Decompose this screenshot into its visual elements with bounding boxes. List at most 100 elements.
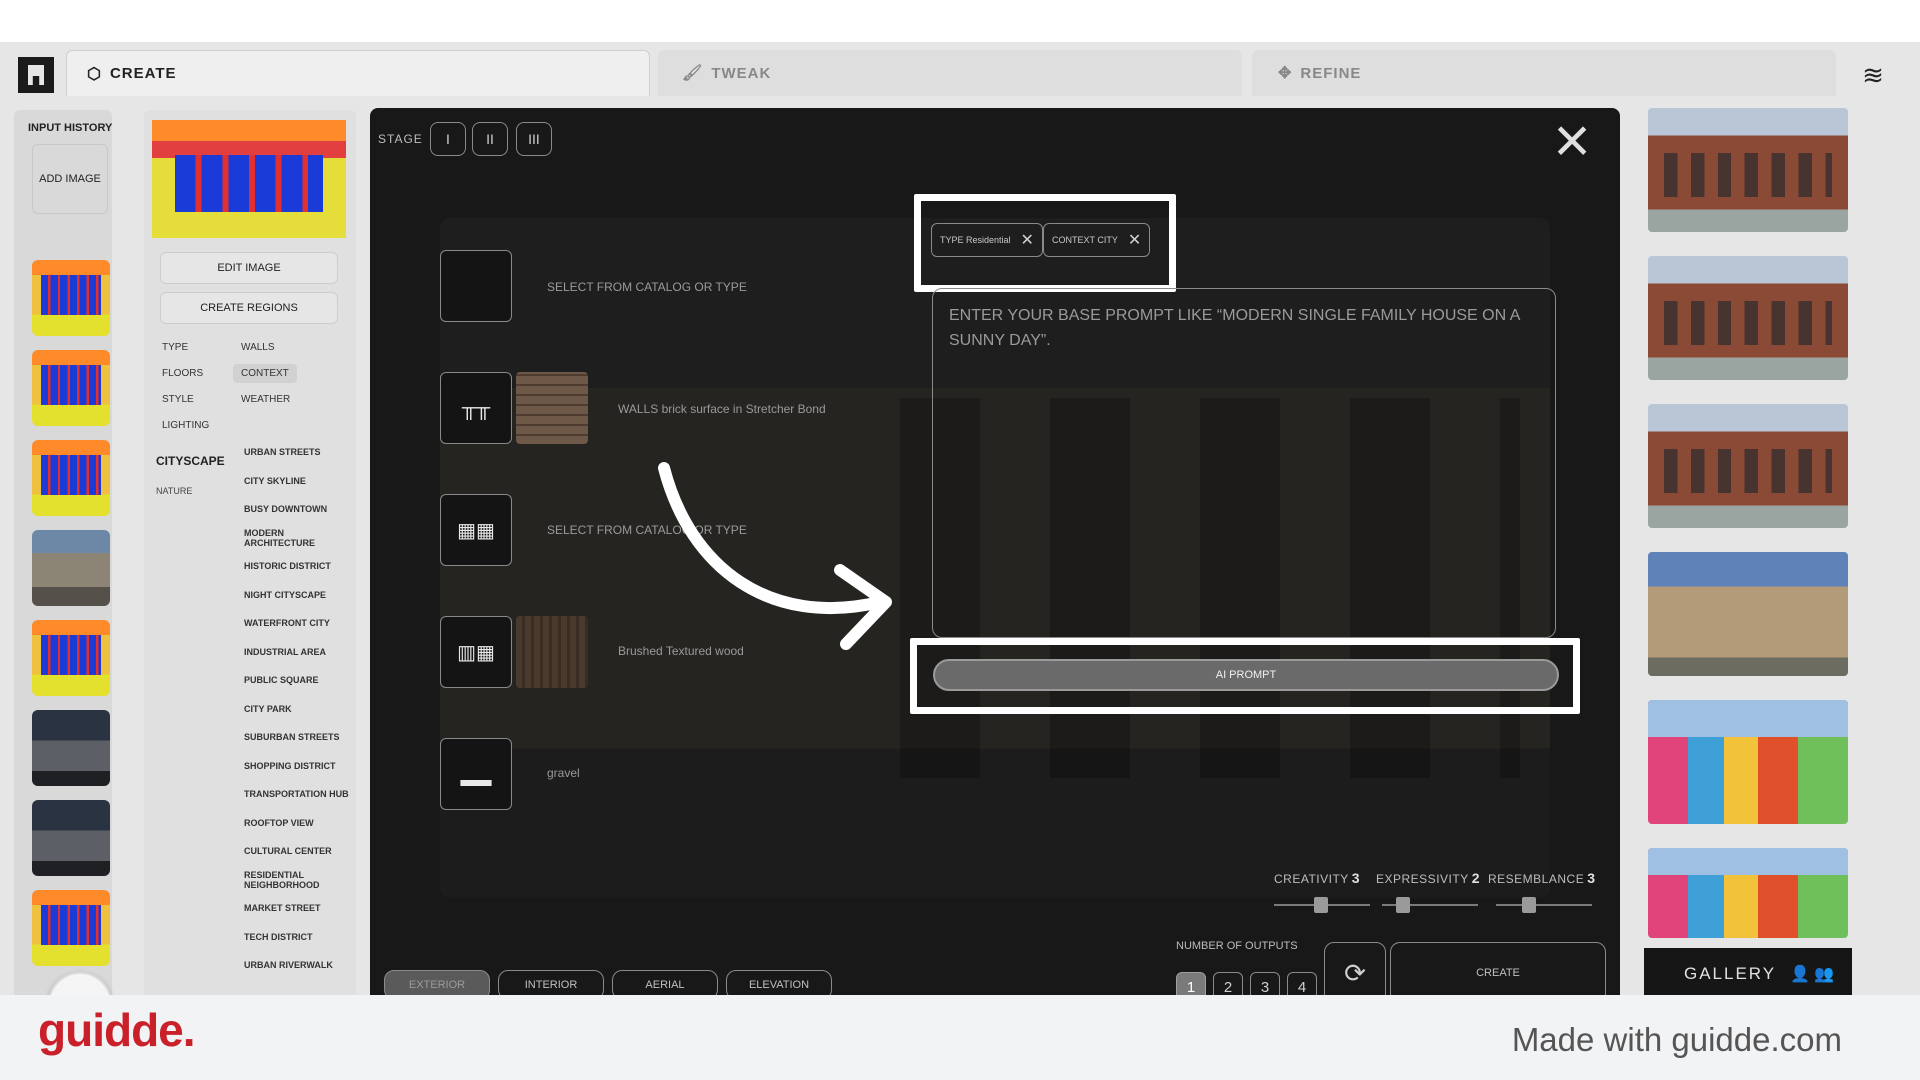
crosshair-icon: ✥: [1278, 65, 1293, 82]
create-button[interactable]: CREATE: [1390, 942, 1606, 995]
category-type[interactable]: TYPE: [162, 342, 188, 353]
gallery-thumb[interactable]: [1648, 256, 1848, 380]
context-item[interactable]: MARKET STREET: [244, 903, 356, 913]
settings-panel: EDIT IMAGE CREATE REGIONS TYPE WALLS FLO…: [144, 110, 356, 995]
wood-texture-swatch[interactable]: [516, 616, 588, 688]
category-walls[interactable]: WALLS: [241, 342, 275, 353]
material-label[interactable]: WALLS brick surface in Stretcher Bond: [618, 402, 826, 416]
context-item[interactable]: CULTURAL CENTER: [244, 846, 356, 856]
history-thumb[interactable]: [32, 620, 110, 696]
context-item[interactable]: WATERFRONT CITY: [244, 618, 356, 628]
tab-tweak-label: TWEAK: [711, 64, 772, 82]
doors-material-icon[interactable]: ▥▦: [440, 616, 512, 688]
chip-type[interactable]: TYPE Residential ✕: [931, 223, 1043, 257]
output-count-1[interactable]: 1: [1176, 972, 1206, 995]
gallery-button[interactable]: GALLERY 👤👥: [1644, 948, 1852, 995]
context-item[interactable]: CITY SKYLINE: [244, 476, 356, 486]
context-item[interactable]: TRANSPORTATION HUB: [244, 789, 356, 799]
base-prompt-input[interactable]: ENTER YOUR BASE PROMPT LIKE “MODERN SING…: [932, 288, 1556, 638]
resemblance-slider[interactable]: [1496, 897, 1592, 913]
chip-context[interactable]: CONTEXT CITY ✕: [1043, 223, 1151, 257]
edit-image-button[interactable]: EDIT IMAGE: [160, 252, 338, 284]
creativity-label-text: CREATIVITY: [1274, 872, 1349, 886]
brick-texture-swatch[interactable]: [516, 372, 588, 444]
context-item[interactable]: SUBURBAN STREETS: [244, 732, 356, 742]
gallery-thumb[interactable]: [1648, 848, 1848, 938]
cube-icon: ⬡: [87, 65, 102, 83]
stage-1-button[interactable]: I: [430, 122, 466, 156]
output-count-3[interactable]: 3: [1250, 972, 1280, 995]
gallery-label: GALLERY: [1684, 964, 1777, 983]
create-regions-button[interactable]: CREATE REGIONS: [160, 292, 338, 324]
close-icon[interactable]: ×: [1548, 108, 1596, 172]
material-label[interactable]: SELECT FROM CATALOG OR TYPE: [547, 280, 747, 294]
group-nature[interactable]: NATURE: [156, 486, 192, 496]
tab-create[interactable]: ⬡ CREATE: [66, 50, 650, 96]
context-item[interactable]: RESIDENTIAL NEIGHBORHOOD: [244, 870, 356, 890]
context-item[interactable]: URBAN STREETS: [244, 447, 356, 457]
context-item[interactable]: PUBLIC SQUARE: [244, 675, 356, 685]
context-item[interactable]: SHOPPING DISTRICT: [244, 761, 356, 771]
category-context[interactable]: CONTEXT: [233, 364, 297, 383]
context-item[interactable]: URBAN RIVERWALK: [244, 960, 356, 970]
close-icon[interactable]: ✕: [1128, 230, 1141, 250]
creativity-slider-handle[interactable]: [1314, 897, 1328, 913]
context-item[interactable]: ROOFTOP VIEW: [244, 818, 356, 828]
layers-icon[interactable]: ≋: [1858, 60, 1888, 90]
add-image-button[interactable]: ADD IMAGE: [32, 144, 108, 214]
material-slot-icon[interactable]: [440, 250, 512, 322]
output-count-2[interactable]: 2: [1213, 972, 1243, 995]
view-interior[interactable]: INTERIOR: [498, 970, 604, 995]
refresh-icon[interactable]: ⟳: [1324, 942, 1386, 995]
tab-tweak[interactable]: 🖌 TWEAK: [658, 50, 1242, 96]
history-thumb[interactable]: [32, 440, 110, 516]
context-item[interactable]: INDUSTRIAL AREA: [244, 647, 356, 657]
users-icon: 👤👥: [1790, 966, 1838, 983]
history-thumb[interactable]: [32, 800, 110, 876]
view-exterior[interactable]: EXTERIOR: [384, 970, 490, 995]
category-style[interactable]: STYLE: [162, 394, 194, 405]
view-elevation[interactable]: ELEVATION: [726, 970, 832, 995]
resemblance-value: 3: [1587, 870, 1596, 886]
gallery-thumb[interactable]: [1648, 108, 1848, 232]
tab-create-label: CREATE: [109, 65, 177, 82]
material-label[interactable]: gravel: [547, 766, 580, 780]
stage-2-button[interactable]: II: [472, 122, 508, 156]
windows-material-icon[interactable]: ▦▦: [440, 494, 512, 566]
tab-refine[interactable]: ✥ REFINE: [1252, 50, 1836, 96]
output-count-4[interactable]: 4: [1287, 972, 1317, 995]
history-thumb[interactable]: [32, 350, 110, 426]
gallery-thumb[interactable]: [1648, 404, 1848, 528]
ai-prompt-button[interactable]: AI PROMPT: [933, 659, 1559, 691]
top-margin: [0, 0, 1920, 42]
gallery-thumb[interactable]: [1648, 700, 1848, 824]
context-item[interactable]: BUSY DOWNTOWN: [244, 504, 356, 514]
gallery-thumb[interactable]: [1648, 552, 1848, 676]
context-item[interactable]: TECH DISTRICT: [244, 932, 356, 942]
history-thumb[interactable]: [32, 710, 110, 786]
expressivity-slider[interactable]: [1382, 897, 1478, 913]
category-floors[interactable]: FLOORS: [162, 368, 203, 379]
view-aerial[interactable]: AERIAL: [612, 970, 718, 995]
stage-3-button[interactable]: III: [516, 122, 552, 156]
category-weather[interactable]: WEATHER: [241, 394, 290, 405]
history-thumb[interactable]: [32, 260, 110, 336]
ai-prompt-highlight: AI PROMPT: [910, 638, 1580, 714]
walls-material-icon[interactable]: ╥╥: [440, 372, 512, 444]
group-cityscape[interactable]: CITYSCAPE: [156, 454, 225, 468]
context-item[interactable]: CITY PARK: [244, 704, 356, 714]
expressivity-slider-handle[interactable]: [1396, 897, 1410, 913]
app-logo[interactable]: [18, 57, 54, 93]
category-lighting[interactable]: LIGHTING: [162, 420, 209, 431]
guidde-logo: guidde.: [38, 1004, 196, 1056]
context-item[interactable]: NIGHT CITYSCAPE: [244, 590, 356, 600]
context-item[interactable]: MODERN ARCHITECTURE: [244, 528, 356, 548]
context-item[interactable]: HISTORIC DISTRICT: [244, 561, 356, 571]
ground-material-icon[interactable]: ▂▂: [440, 738, 512, 810]
history-thumb[interactable]: [32, 530, 110, 606]
close-icon[interactable]: ✕: [1021, 230, 1034, 250]
history-thumb[interactable]: [32, 890, 110, 966]
chip-context-label: CONTEXT CITY: [1052, 235, 1118, 245]
creativity-slider[interactable]: [1274, 897, 1370, 913]
resemblance-slider-handle[interactable]: [1522, 897, 1536, 913]
